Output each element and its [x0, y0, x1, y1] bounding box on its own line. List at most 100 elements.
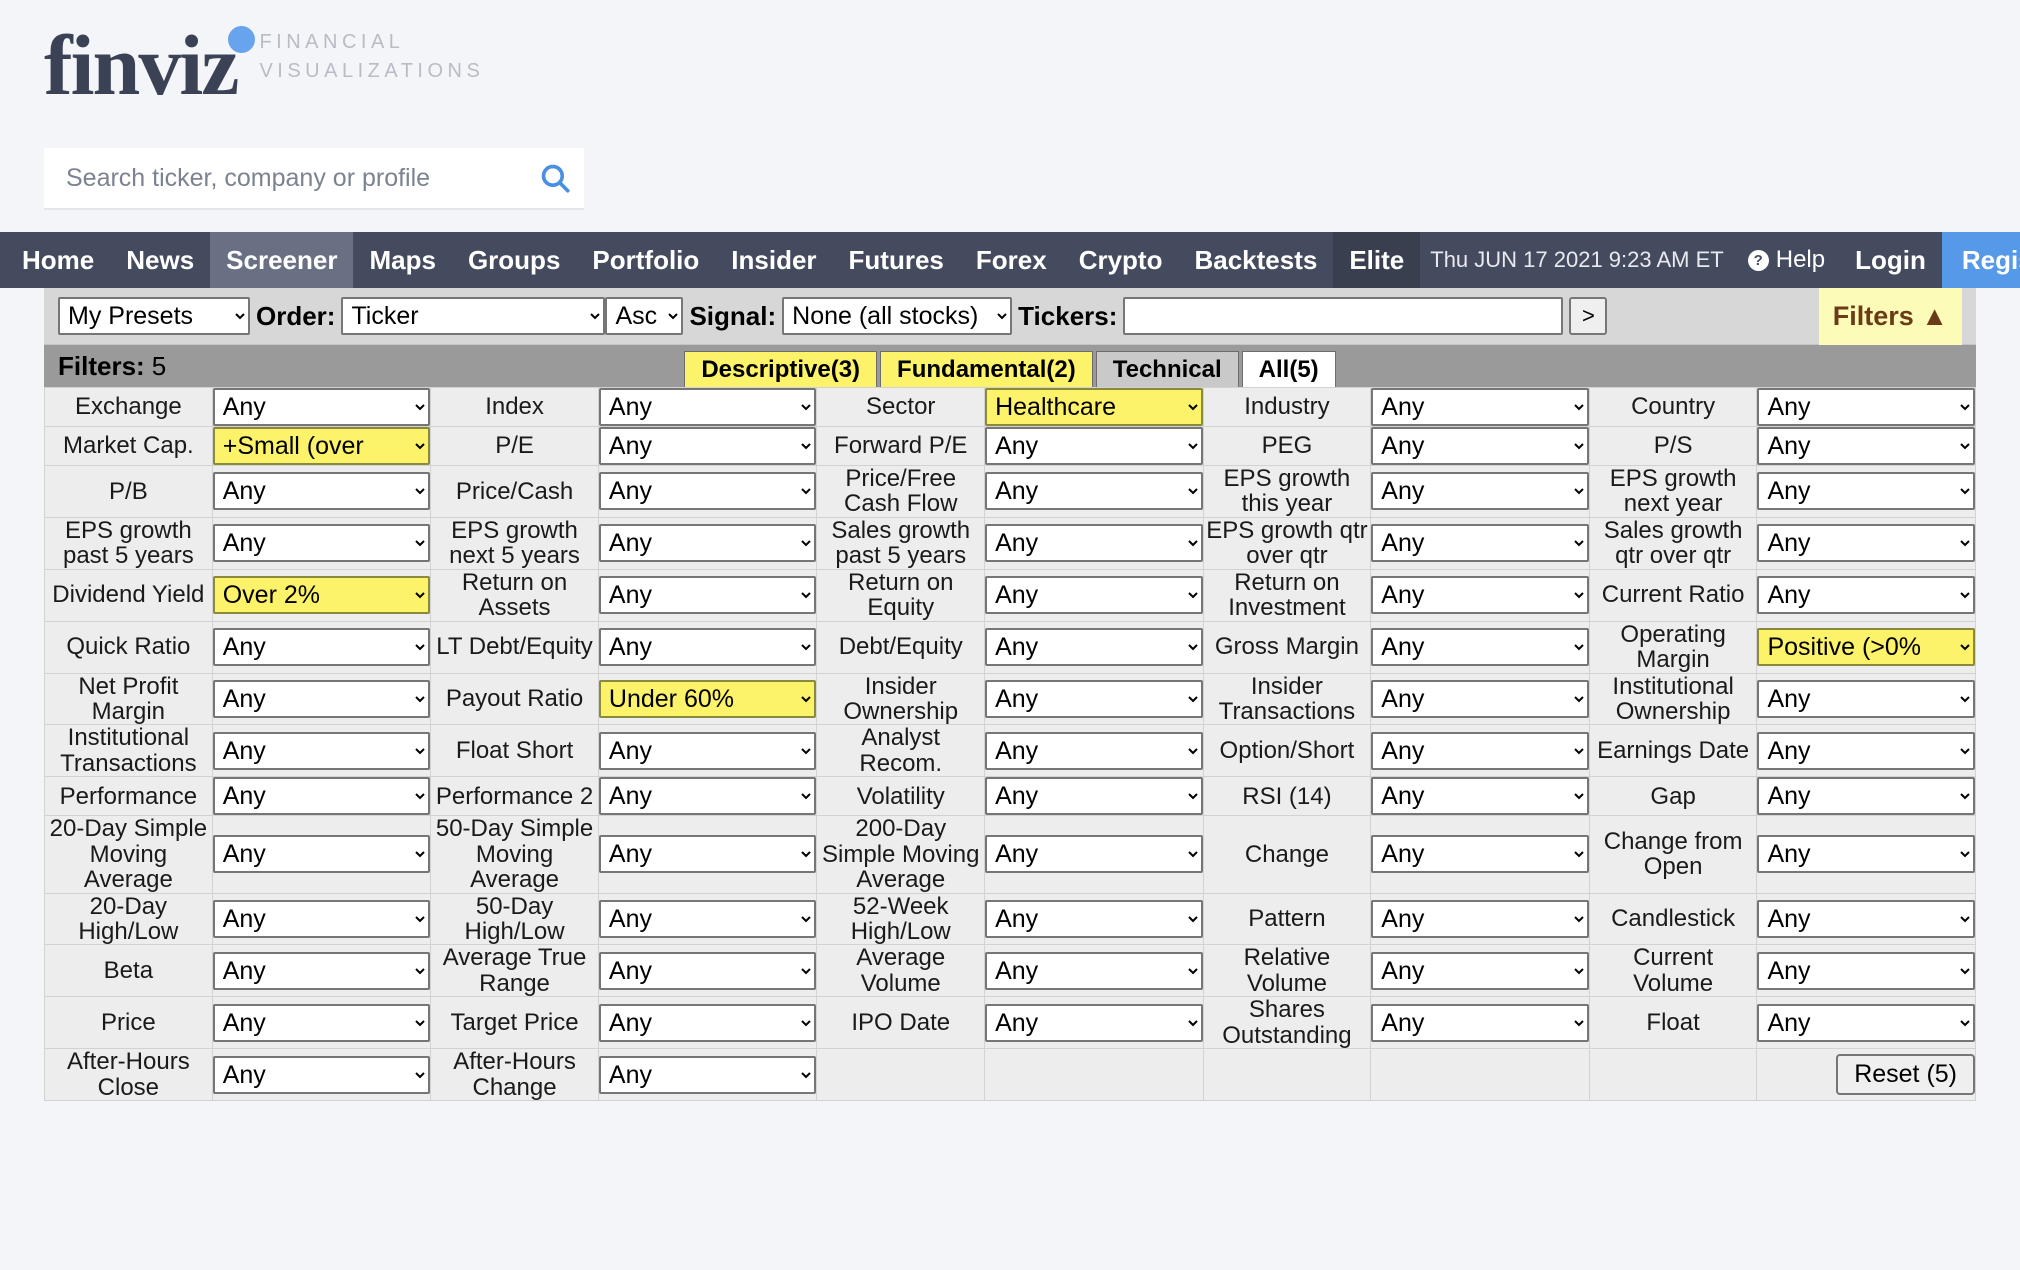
login-button[interactable]: Login	[1839, 232, 1942, 288]
filter-select-volatility[interactable]: Any	[985, 777, 1203, 816]
filter-select-performance-2[interactable]: Any	[598, 777, 817, 816]
filter-select-target-price[interactable]: Any	[598, 1003, 817, 1042]
filter-select-peg[interactable]: Any	[1371, 427, 1589, 465]
filter-select-country[interactable]: Any	[1757, 388, 1975, 426]
filter-select-current-ratio[interactable]: Any	[1757, 576, 1975, 615]
order-direction-select[interactable]: Asc	[605, 297, 684, 335]
filter-select-after-hours-close[interactable]: Any	[212, 1055, 431, 1094]
filter-select-pattern[interactable]: Any	[1371, 900, 1589, 938]
filter-select-performance[interactable]: Any	[212, 777, 431, 816]
filter-select-change[interactable]: Any	[1371, 835, 1589, 874]
tickers-input[interactable]	[1123, 297, 1564, 335]
filter-select-20-day-simple-moving-average[interactable]: Any	[212, 835, 431, 874]
filter-select-20-day-high-low[interactable]: Any	[212, 900, 431, 938]
filter-select-after-hours-change[interactable]: Any	[598, 1055, 817, 1094]
filter-select-eps-growth-past-5-years[interactable]: Any	[212, 524, 431, 563]
filter-label-forward-p-e: Forward P/E	[816, 426, 986, 466]
search-box[interactable]	[44, 148, 584, 210]
filter-select-institutional-ownership[interactable]: Any	[1757, 679, 1975, 718]
filter-select-sales-growth-qtr-over-qtr[interactable]: Any	[1757, 524, 1975, 563]
filter-select-return-on-assets[interactable]: Any	[598, 576, 817, 615]
filter-select-float-short[interactable]: Any	[598, 731, 817, 770]
filter-tab-3[interactable]: All(5)	[1241, 351, 1336, 387]
search-input[interactable]	[44, 148, 526, 208]
nav-item-insider[interactable]: Insider	[715, 232, 832, 288]
reset-filters-button[interactable]: Reset (5)	[1836, 1054, 1975, 1096]
filter-select-rsi-14[interactable]: Any	[1371, 777, 1589, 816]
filter-select-eps-growth-qtr-over-qtr[interactable]: Any	[1371, 524, 1589, 563]
filter-select-current-volume[interactable]: Any	[1757, 951, 1975, 990]
filter-select-lt-debt-equity[interactable]: Any	[598, 628, 817, 667]
signal-select[interactable]: None (all stocks)	[782, 297, 1013, 335]
filter-select-52-week-high-low[interactable]: Any	[985, 900, 1203, 938]
filter-select-market-cap[interactable]: +Small (over	[212, 427, 431, 465]
filter-select-exchange[interactable]: Any	[212, 388, 431, 426]
filter-select-eps-growth-this-year[interactable]: Any	[1371, 472, 1589, 511]
filter-select-p-s[interactable]: Any	[1757, 427, 1975, 465]
filter-select-return-on-investment[interactable]: Any	[1371, 576, 1589, 615]
filters-toggle-button[interactable]: Filters ▲	[1818, 287, 1962, 345]
filter-tab-2[interactable]: Technical	[1095, 351, 1239, 387]
filter-select-insider-ownership[interactable]: Any	[985, 679, 1203, 718]
nav-item-maps[interactable]: Maps	[353, 232, 451, 288]
filter-select-relative-volume[interactable]: Any	[1371, 951, 1589, 990]
filter-select-average-volume[interactable]: Any	[985, 951, 1203, 990]
filter-select-dividend-yield[interactable]: Over 2%	[212, 576, 431, 615]
filter-select-quick-ratio[interactable]: Any	[212, 628, 431, 667]
filter-select-50-day-simple-moving-average[interactable]: Any	[598, 835, 817, 874]
filter-select-net-profit-margin[interactable]: Any	[212, 679, 431, 718]
filter-select-float[interactable]: Any	[1757, 1003, 1975, 1042]
filter-tab-0[interactable]: Descriptive(3)	[684, 351, 878, 387]
filter-select-price-cash[interactable]: Any	[598, 472, 817, 511]
filter-select-p-e[interactable]: Any	[598, 427, 817, 465]
filter-select-option-short[interactable]: Any	[1371, 731, 1589, 770]
nav-item-forex[interactable]: Forex	[960, 232, 1063, 288]
nav-item-portfolio[interactable]: Portfolio	[576, 232, 715, 288]
filter-select-institutional-transactions[interactable]: Any	[212, 731, 431, 770]
filter-select-forward-p-e[interactable]: Any	[985, 427, 1203, 465]
nav-item-backtests[interactable]: Backtests	[1178, 232, 1333, 288]
filter-select-eps-growth-next-year[interactable]: Any	[1757, 472, 1975, 511]
filter-select-sector[interactable]: Healthcare	[985, 388, 1203, 426]
order-select[interactable]: Ticker	[341, 297, 606, 335]
filter-label-empty	[1202, 1048, 1372, 1102]
submit-tickers-button[interactable]: >	[1569, 297, 1608, 335]
filter-select-50-day-high-low[interactable]: Any	[598, 900, 817, 938]
search-icon[interactable]	[526, 161, 584, 195]
filter-select-earnings-date[interactable]: Any	[1757, 731, 1975, 770]
nav-item-crypto[interactable]: Crypto	[1063, 232, 1179, 288]
finviz-logo[interactable]: finviz FINANCIAL VISUALIZATIONS	[44, 22, 484, 108]
filter-select-return-on-equity[interactable]: Any	[985, 576, 1203, 615]
nav-item-screener[interactable]: Screener	[210, 232, 354, 288]
filter-select-gross-margin[interactable]: Any	[1371, 628, 1589, 667]
filter-select-price[interactable]: Any	[212, 1003, 431, 1042]
filter-select-200-day-simple-moving-average[interactable]: Any	[985, 835, 1203, 874]
filter-select-industry[interactable]: Any	[1371, 388, 1589, 426]
filter-select-debt-equity[interactable]: Any	[985, 628, 1203, 667]
nav-item-news[interactable]: News	[110, 232, 210, 288]
filter-select-candlestick[interactable]: Any	[1757, 900, 1975, 938]
filter-select-change-from-open[interactable]: Any	[1757, 835, 1975, 874]
presets-select[interactable]: My Presets	[58, 297, 250, 335]
filter-select-payout-ratio[interactable]: Under 60%	[598, 679, 817, 718]
filter-select-price-free-cash-flow[interactable]: Any	[985, 472, 1203, 511]
filter-select-operating-margin[interactable]: Positive (>0%	[1757, 628, 1975, 667]
filter-select-gap[interactable]: Any	[1757, 777, 1975, 816]
nav-item-home[interactable]: Home	[0, 232, 110, 288]
filter-select-sales-growth-past-5-years[interactable]: Any	[985, 524, 1203, 563]
filter-select-insider-transactions[interactable]: Any	[1371, 679, 1589, 718]
filter-select-index[interactable]: Any	[598, 388, 817, 426]
filter-select-ipo-date[interactable]: Any	[985, 1003, 1203, 1042]
filter-tab-1[interactable]: Fundamental(2)	[880, 351, 1093, 387]
filter-select-average-true-range[interactable]: Any	[598, 951, 817, 990]
nav-item-elite[interactable]: Elite	[1333, 232, 1421, 288]
nav-item-futures[interactable]: Futures	[833, 232, 960, 288]
filter-select-shares-outstanding[interactable]: Any	[1371, 1003, 1589, 1042]
register-button[interactable]: Register	[1941, 232, 2020, 288]
filter-select-eps-growth-next-5-years[interactable]: Any	[598, 524, 817, 563]
filter-select-p-b[interactable]: Any	[212, 472, 431, 511]
nav-item-groups[interactable]: Groups	[452, 232, 576, 288]
filter-select-beta[interactable]: Any	[212, 951, 431, 990]
help-link[interactable]: ? Help	[1734, 232, 1839, 288]
filter-select-analyst-recom[interactable]: Any	[985, 731, 1203, 770]
